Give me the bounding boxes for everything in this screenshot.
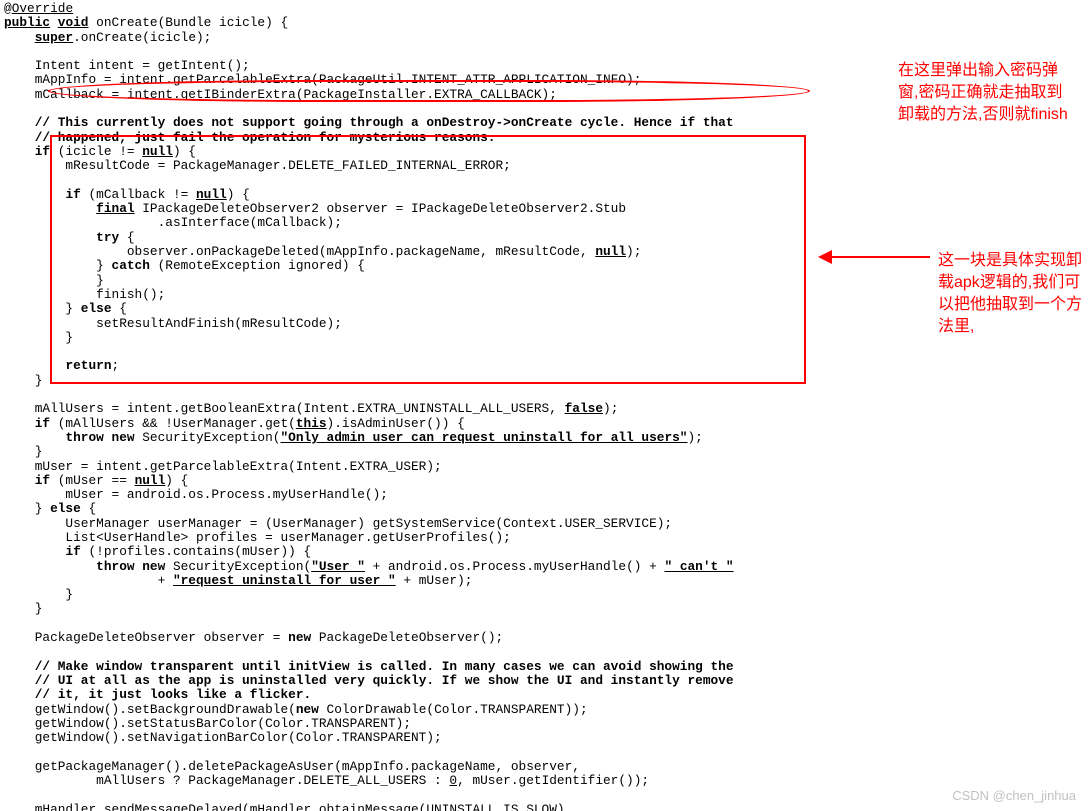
annotation-top: 在这里弹出输入密码弹窗,密码正确就走抽取到卸载的方法,否则就finish bbox=[898, 60, 1078, 126]
watermark: CSDN @chen_jinhua bbox=[952, 788, 1076, 803]
callout-arrow-icon bbox=[820, 256, 930, 258]
annotation-middle: 这一块是具体实现卸载apk逻辑的,我们可以把他抽取到一个方法里, bbox=[938, 250, 1088, 338]
code-block: @Override public void onCreate(Bundle ic… bbox=[4, 2, 734, 811]
